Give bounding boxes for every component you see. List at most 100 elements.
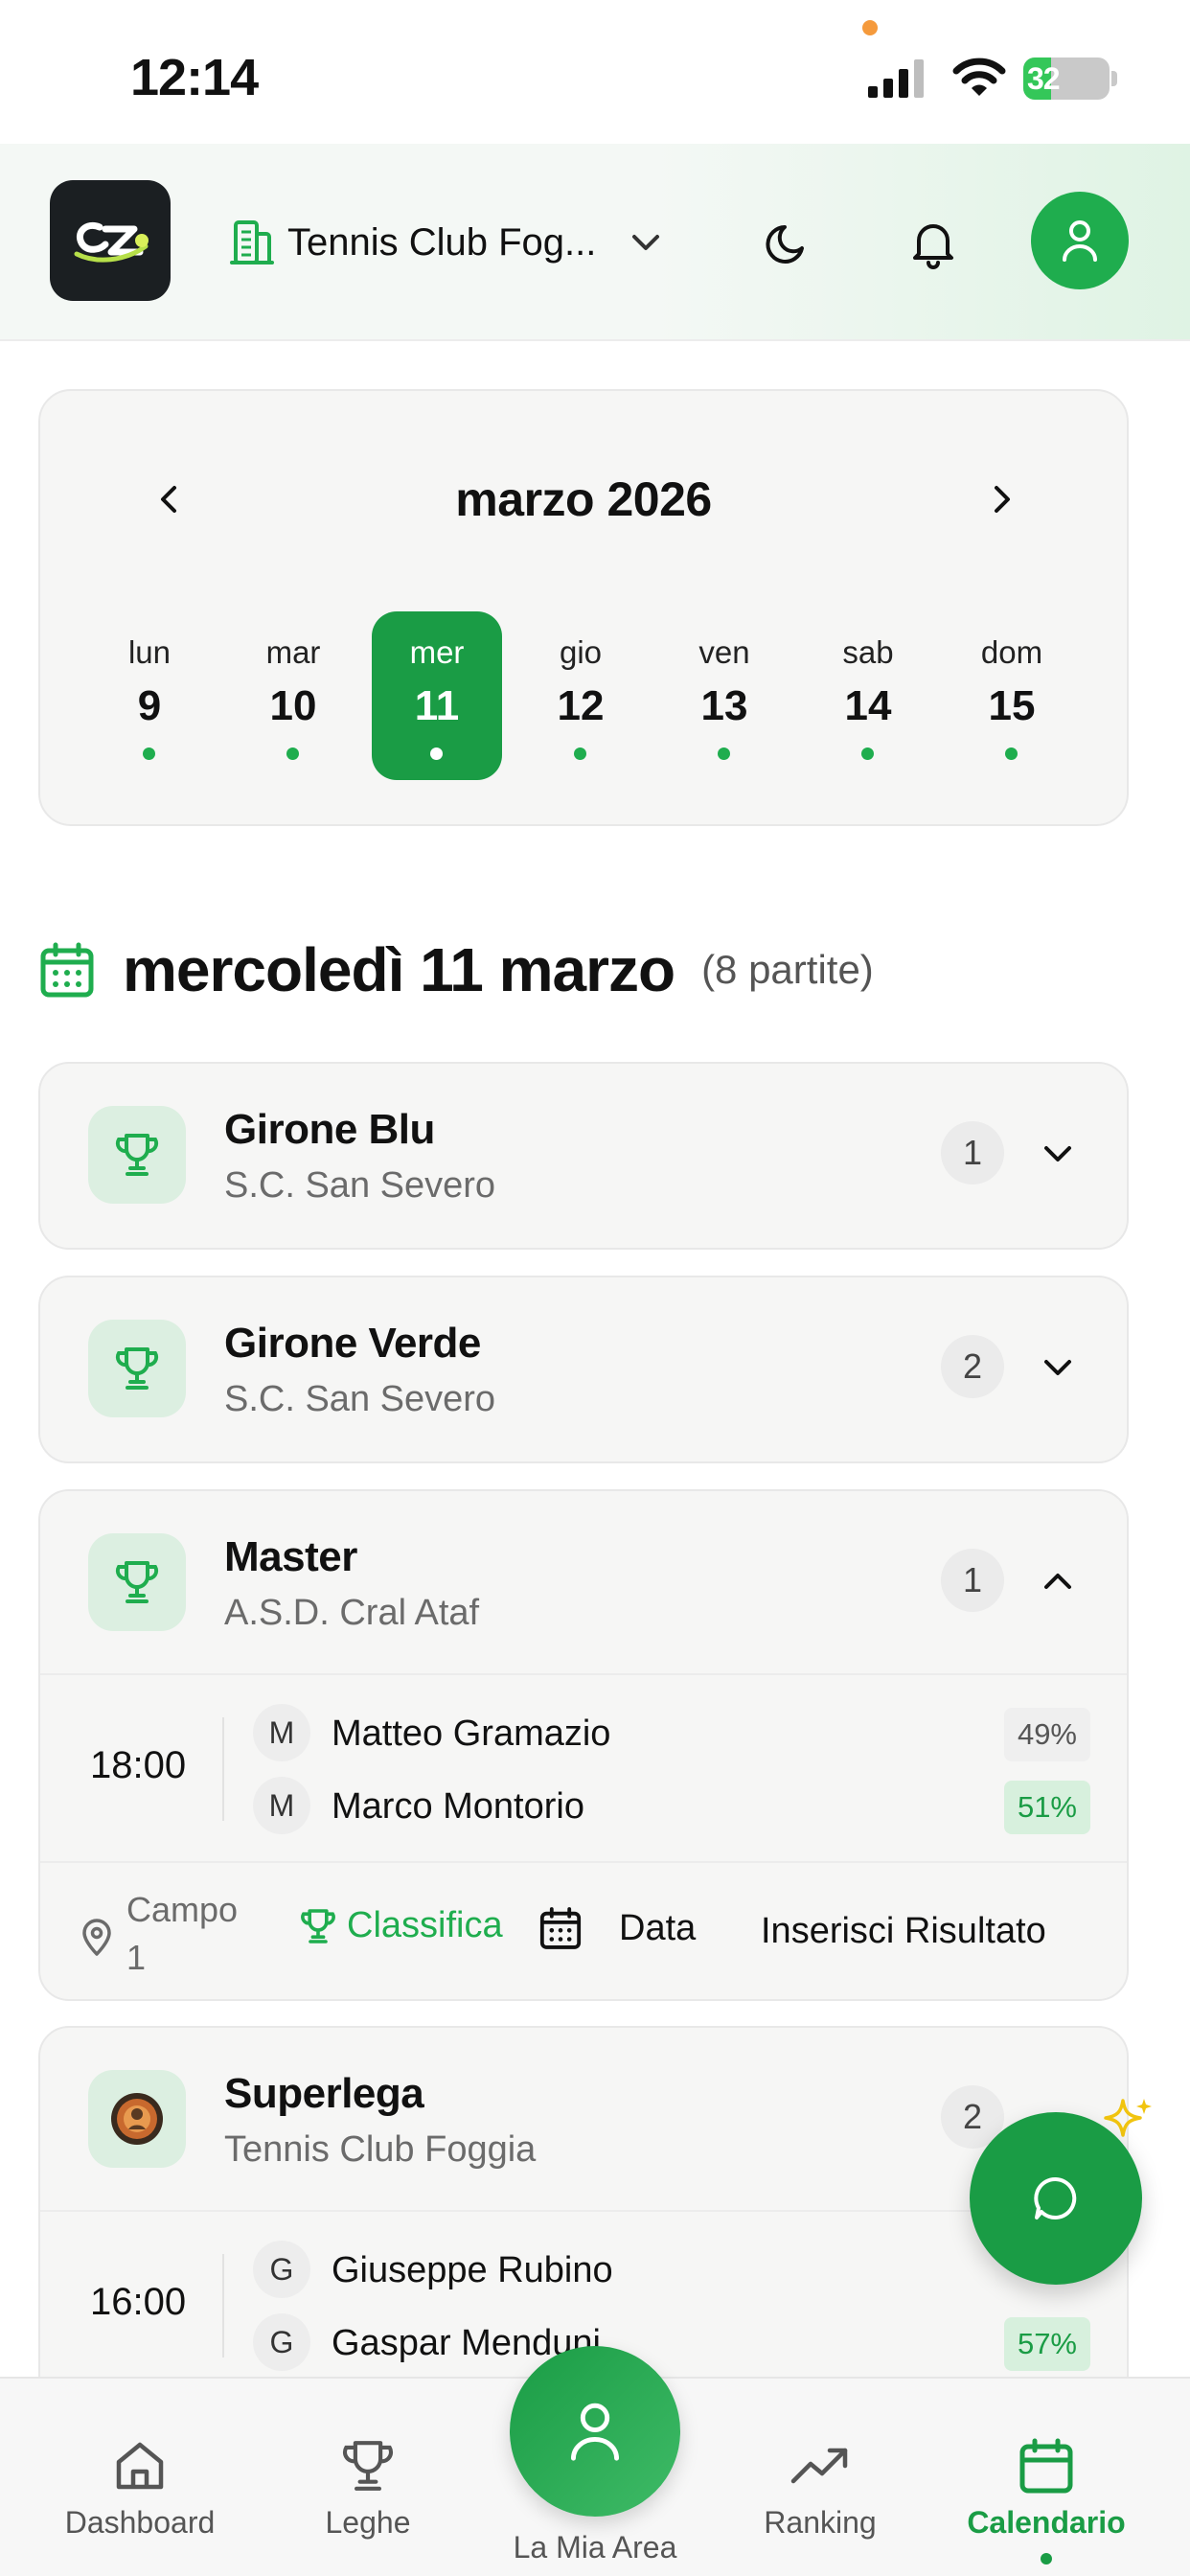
nav-calendario[interactable]: Calendario [950, 2432, 1142, 2541]
date-label: Data [619, 1907, 697, 1948]
location-pin-icon [82, 1919, 111, 1956]
collapse-button[interactable] [1037, 1560, 1079, 1602]
days-row: lun 9 mar 10 mer 11 gio 12 ven 13 sab 14… [84, 611, 1087, 780]
signal-icon [868, 59, 924, 98]
trophy-icon [115, 1134, 159, 1176]
bell-icon [913, 224, 953, 269]
profile-avatar-button[interactable] [1031, 192, 1129, 289]
player-initial: M [253, 1704, 310, 1761]
win-probability: 49% [1003, 1708, 1090, 1761]
expand-button[interactable] [1037, 1133, 1079, 1175]
day-name: sab [842, 634, 894, 670]
nav-label: Ranking [764, 2505, 877, 2540]
nav-ranking[interactable]: Ranking [724, 2432, 916, 2541]
app-logo[interactable] [50, 180, 171, 301]
standings-link[interactable]: Classifica [299, 1905, 503, 1946]
event-dot [286, 748, 299, 760]
court-info: Campo 1 [80, 1886, 261, 1982]
day-cell[interactable]: ven 13 [659, 611, 790, 780]
theme-toggle-button[interactable] [759, 215, 816, 272]
club-badge-icon [111, 2093, 163, 2145]
win-probability: 51% [1003, 1781, 1090, 1834]
set-date-button[interactable]: Data [538, 1905, 696, 1951]
chevron-down-icon [1044, 1146, 1071, 1162]
nav-label: Dashboard [64, 2505, 216, 2540]
calendar-icon [1019, 2438, 1073, 2494]
nav-dashboard[interactable]: Dashboard [44, 2432, 236, 2541]
status-time: 12:14 [130, 49, 259, 106]
insert-result-button[interactable]: Inserisci Risultato [761, 1911, 1046, 1952]
week-calendar: marzo 2026 lun 9 mar 10 mer 11 gio 12 ve… [38, 389, 1129, 826]
league-header[interactable]: Girone Blu S.C. San Severo 1 [40, 1064, 1127, 1246]
day-number: 11 [414, 682, 460, 729]
nav-leghe[interactable]: Leghe [272, 2432, 464, 2541]
league-card: Girone Blu S.C. San Severo 1 [38, 1062, 1129, 1250]
court-name: Campo 1 [126, 1890, 239, 1977]
nav-label: Leghe [325, 2505, 411, 2540]
player-initial: G [253, 2241, 310, 2298]
chat-button[interactable] [970, 2112, 1142, 2285]
chevron-down-icon [632, 235, 660, 250]
win-probability: 57% [1003, 2317, 1090, 2371]
moon-icon [766, 225, 804, 264]
day-number: 13 [700, 682, 748, 729]
player-name: Giuseppe Rubino [332, 2250, 613, 2290]
match-count-badge: 1 [941, 1549, 1004, 1612]
event-dot [574, 748, 586, 760]
event-dot [143, 748, 155, 760]
day-cell[interactable]: dom 15 [947, 611, 1077, 780]
league-name: Girone Verde [224, 1320, 481, 1367]
trophy-icon [115, 1561, 159, 1603]
league-header[interactable]: Girone Verde S.C. San Severo 2 [40, 1277, 1127, 1460]
league-icon [88, 1533, 186, 1631]
month-title: marzo 2026 [455, 472, 712, 526]
battery-indicator: 32 [1023, 58, 1110, 100]
player-name: Marco Montorio [332, 1786, 584, 1827]
divider [222, 1717, 224, 1821]
day-cell[interactable]: gio 12 [515, 611, 646, 780]
nav-mia-area-button[interactable] [510, 2346, 680, 2517]
league-name: Master [224, 1533, 357, 1580]
day-cell-selected[interactable]: mer 11 [372, 611, 502, 780]
trophy-icon [301, 1908, 335, 1944]
day-name: dom [980, 634, 1043, 670]
player-row: M Marco Montorio 51% [253, 1777, 1096, 1838]
app-screen: 12:14 32 Tennis Club Fog... marzo 2026 l… [0, 0, 1190, 2576]
user-icon [1063, 220, 1097, 262]
next-week-button[interactable] [977, 475, 1025, 523]
day-name: mar [265, 634, 321, 670]
player-row: M Matteo Gramazio 49% [253, 1704, 1096, 1765]
league-name: Girone Blu [224, 1106, 435, 1153]
expand-button[interactable] [1037, 1346, 1079, 1389]
match-time: 16:00 [90, 2281, 187, 2323]
home-icon [116, 2442, 164, 2490]
match-row[interactable]: 18:00 M Matteo Gramazio 49% M Marco Mont… [40, 1673, 1127, 1861]
day-number: 10 [269, 682, 317, 729]
club-selector[interactable]: Tennis Club Fog... [230, 211, 665, 274]
divider [222, 2254, 224, 2358]
trophy-icon [342, 2441, 394, 2491]
chat-icon [1034, 2176, 1077, 2220]
day-cell[interactable]: mar 10 [228, 611, 358, 780]
player-initial: G [253, 2313, 310, 2371]
league-header[interactable]: Superlega Tennis Club Foggia 2 [40, 2028, 1127, 2210]
event-dot [861, 748, 874, 760]
league-club: Tennis Club Foggia [224, 2129, 537, 2170]
event-dot [1005, 748, 1018, 760]
calendar-icon [539, 1907, 582, 1949]
day-cell[interactable]: lun 9 [84, 611, 215, 780]
day-number: 14 [844, 682, 892, 729]
user-icon [570, 2403, 620, 2461]
event-dot [430, 748, 443, 760]
day-cell[interactable]: sab 14 [803, 611, 933, 780]
league-card: Master A.S.D. Cral Ataf 1 18:00 M Matteo… [38, 1489, 1129, 2001]
battery-tip [1111, 71, 1117, 86]
league-club: S.C. San Severo [224, 1379, 496, 1419]
building-icon [230, 220, 274, 264]
selected-date-heading: mercoledì 11 marzo (8 partite) [38, 930, 874, 1010]
day-name: gio [559, 634, 603, 670]
player-row: G Gaspar Menduni 57% [253, 2313, 1096, 2375]
league-name: Superlega [224, 2070, 424, 2117]
league-header[interactable]: Master A.S.D. Cral Ataf 1 [40, 1491, 1127, 1673]
notifications-button[interactable] [904, 215, 962, 272]
